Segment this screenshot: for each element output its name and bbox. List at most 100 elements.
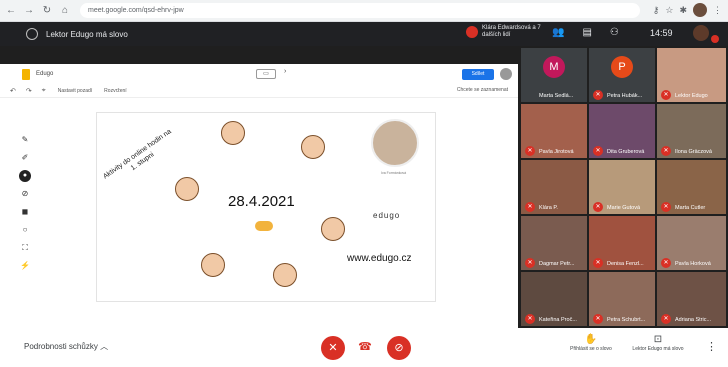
participant-initial: P (611, 56, 633, 78)
toolbar-background[interactable]: Nastavit pozadí (58, 88, 92, 94)
raise-hand-button[interactable]: ✋ Přihlásit se o slovo (563, 334, 619, 352)
chat-icon[interactable]: ▤ (582, 27, 591, 38)
participant-grid: M Marta Sedlá... P ✕ Petra Hubák... ✕ Le… (519, 46, 728, 328)
participant-tile[interactable]: ✕ Marie Gutová (589, 160, 655, 214)
participant-tile[interactable]: ✕ Klára P. (521, 160, 587, 214)
redo-icon[interactable]: ↷ (26, 87, 32, 95)
hang-up-button[interactable]: ☎ (355, 340, 375, 354)
shape-icon[interactable]: ○ (23, 224, 28, 236)
clock: 14:59 (650, 28, 673, 38)
meeting-details-button[interactable]: Podrobnosti schůzky ︿ (24, 341, 108, 352)
star-icon[interactable]: ☆ (665, 5, 673, 16)
hand-icon: ✋ (584, 334, 598, 345)
select-icon[interactable]: ⛶ (22, 242, 28, 254)
participant-tile[interactable]: P ✕ Petra Hubák... (589, 48, 655, 102)
menu-icon[interactable]: ⋮ (713, 5, 722, 16)
presenter-text: Klára Edwardsová a 7 dalších lidí (482, 25, 541, 38)
phone-hangup-icon: ☎ (358, 341, 372, 353)
participant-tile[interactable]: ✕ Denisa Fenzl... (589, 216, 655, 270)
participant-name: Petra Schubrt... (607, 317, 646, 323)
extensions-icon[interactable]: ✱ (679, 5, 687, 16)
mic-off-icon: ✕ (593, 146, 603, 156)
mic-off-icon: ✕ (593, 314, 603, 324)
participant-tile[interactable]: ✕ Kateřina Proč... (521, 272, 587, 326)
raise-hand-label: Přihlásit se o slovo (570, 346, 612, 352)
participant-tile[interactable]: ✕ Dita Gruberová (589, 104, 655, 158)
pointing-hand-icon (255, 221, 273, 231)
participant-name: Marta Sedlá... (539, 93, 574, 99)
participant-name: Pavla Horková (675, 261, 711, 267)
doc-name[interactable]: Edugo (36, 71, 53, 77)
slides-logo-icon (22, 68, 30, 80)
slide-date: 28.4.2021 (228, 193, 295, 210)
participant-tile[interactable]: ✕ Pavla Horková (657, 216, 726, 270)
kid-illustration (221, 121, 245, 145)
self-avatar[interactable] (693, 25, 709, 41)
participant-name: Pavla Jirotová (539, 149, 574, 155)
fill-icon[interactable]: ◼ (22, 206, 29, 218)
kid-illustration (175, 177, 199, 201)
participant-name: Lektor Edugo (675, 93, 708, 99)
mic-off-icon: ✕ (593, 258, 603, 268)
mic-off-icon: ✕ (661, 90, 671, 100)
back-icon[interactable]: ← (4, 4, 18, 18)
forward-icon[interactable]: → (22, 4, 36, 18)
edugo-logo: edugo (373, 211, 401, 220)
toolbar-right-text[interactable]: Chcete se zaznamenat (457, 87, 508, 93)
participant-tile[interactable]: ✕ Dagmar Petr... (521, 216, 587, 270)
mic-off-icon: ✕ (661, 146, 671, 156)
meeting-title: Lektor Edugo má slovo (46, 29, 128, 39)
participant-name: Ilona Gräczová (675, 149, 712, 155)
slides-menubar: Edugo ▭ › Sdílet (0, 64, 518, 84)
participant-name: Dagmar Petr... (539, 261, 575, 267)
slides-toolbar: ↶ ↷ ⌖ Nastavit pozadí Rozvržení Chcete s… (0, 84, 518, 98)
kid-illustration (321, 217, 345, 241)
presentation-button[interactable]: ⊡ Lektor Edugo má slovo (630, 334, 686, 352)
mic-off-icon: ✕ (525, 202, 535, 212)
home-icon[interactable]: ⌂ (58, 4, 72, 18)
profile-avatar[interactable] (693, 3, 707, 17)
toolbar-layout[interactable]: Rozvržení (104, 88, 127, 94)
participant-tile[interactable]: ✕ Petra Schubrt... (589, 272, 655, 326)
activities-icon[interactable]: ⚇ (610, 27, 619, 38)
presenter-chip[interactable]: Klára Edwardsová a 7 dalších lidí (466, 25, 554, 39)
browser-toolbar: ← → ↻ ⌂ meet.google.com/qsd-ehrv-jpw ⚷ ☆… (0, 0, 728, 22)
cursor-icon[interactable]: ⌖ (42, 87, 46, 95)
present-dropdown-icon[interactable]: › (284, 68, 286, 75)
slide-canvas: Aktivity do online hodin na 1. stupni 28… (96, 112, 436, 302)
pen-icon[interactable]: ✎ (22, 134, 29, 146)
mic-off-icon: ✕ (661, 202, 671, 212)
eraser-icon[interactable]: ⊘ (22, 188, 29, 200)
kid-illustration (273, 263, 297, 287)
more-options-icon[interactable]: ⋮ (706, 340, 717, 353)
slide-url: www.edugo.cz (347, 253, 412, 264)
participant-tile[interactable]: ✕ Marta Cutler (657, 160, 726, 214)
slide-subtitle: Aktivity do online hodin na 1. stupni (102, 128, 173, 181)
share-button[interactable]: Sdílet (462, 69, 494, 80)
participant-tile[interactable]: ✕ Lektor Edugo (657, 48, 726, 102)
people-icon[interactable]: 👥 (552, 27, 564, 38)
participant-name: Marta Cutler (675, 205, 706, 211)
undo-icon[interactable]: ↶ (10, 87, 16, 95)
participant-tile[interactable]: ✕ Pavla Jirotová (521, 104, 587, 158)
meet-header: Lektor Edugo má slovo Klára Edwardsová a… (0, 22, 728, 46)
participant-tile[interactable]: ✕ Ilona Gräczová (657, 104, 726, 158)
pointer-icon[interactable]: ● (19, 170, 31, 182)
reload-icon[interactable]: ↻ (40, 4, 54, 18)
present-button[interactable]: ▭ (256, 69, 276, 79)
key-icon[interactable]: ⚷ (653, 5, 660, 16)
participant-initial: M (543, 56, 565, 78)
participant-tile[interactable]: ✕ Adriana Stric... (657, 272, 726, 326)
photo-caption: Iva Formánková (381, 171, 407, 175)
address-bar[interactable]: meet.google.com/qsd-ehrv-jpw (80, 3, 640, 18)
camera-off-icon: ⊘ (394, 342, 404, 354)
participant-tile[interactable]: M Marta Sedlá... (521, 48, 587, 102)
camera-toggle-button[interactable]: ⊘ (387, 336, 411, 360)
laser-icon[interactable]: ⚡ (20, 260, 30, 272)
mic-off-icon: ✕ (525, 146, 535, 156)
marker-icon[interactable]: ✐ (22, 152, 29, 164)
account-avatar[interactable] (500, 68, 512, 80)
mic-off-icon: ✕ (328, 342, 338, 354)
mic-toggle-button[interactable]: ✕ (321, 336, 345, 360)
participant-name: Denisa Fenzl... (607, 261, 644, 267)
